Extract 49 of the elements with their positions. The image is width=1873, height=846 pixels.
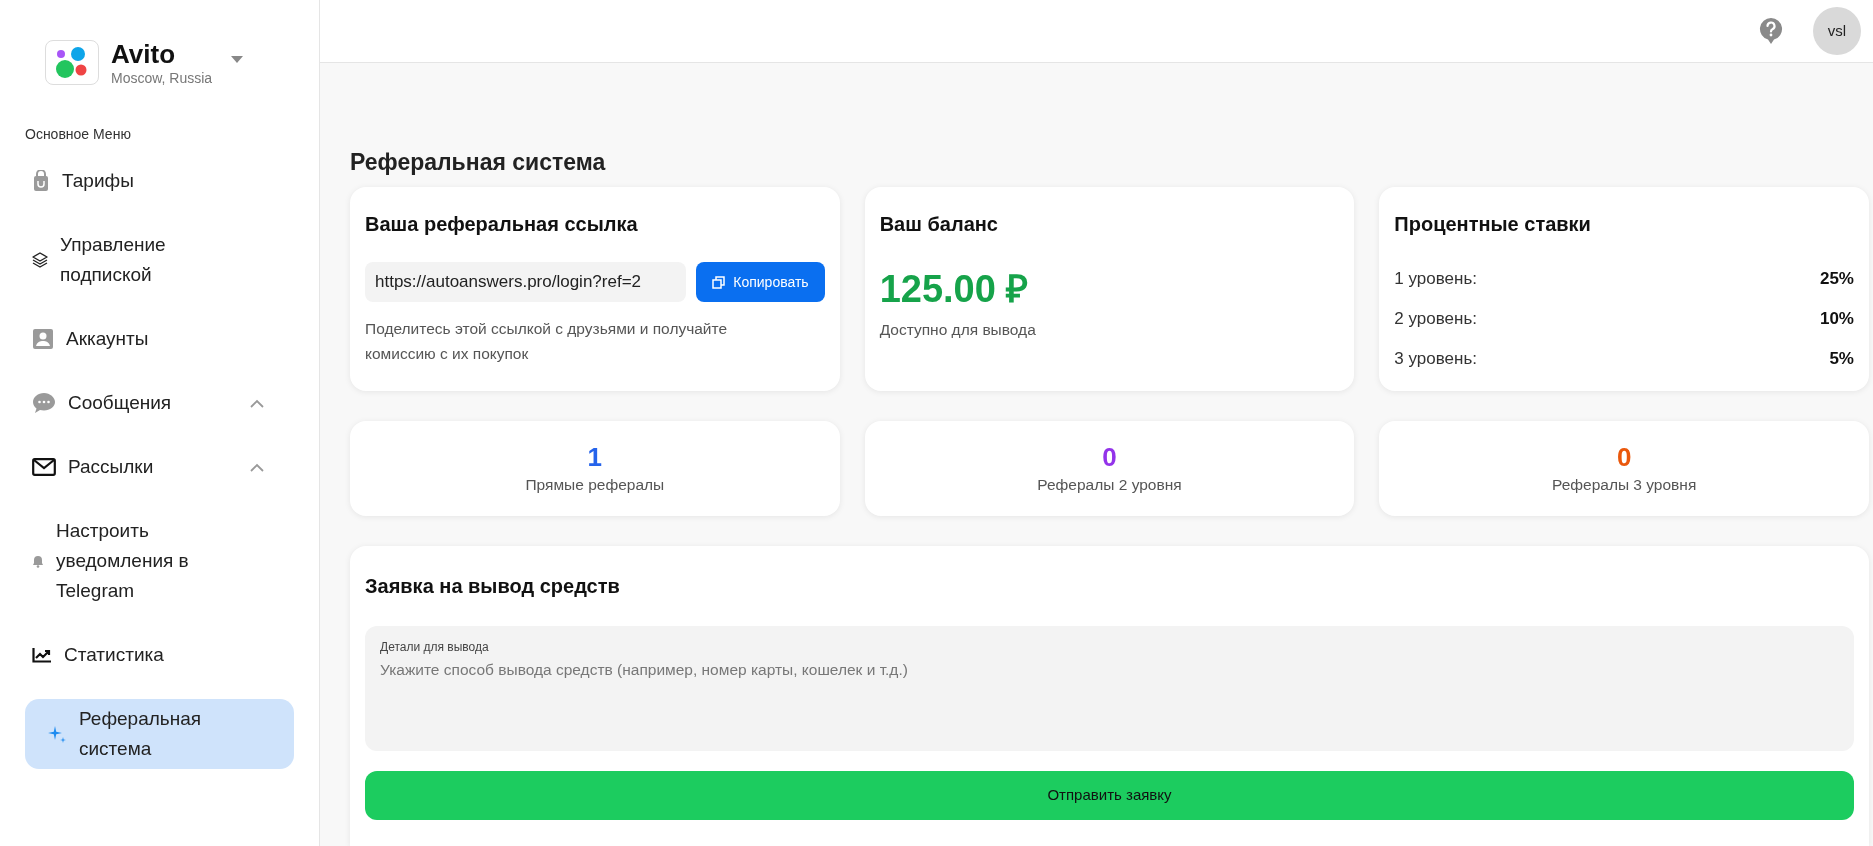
balance-caption: Доступно для вывода	[879, 320, 1037, 340]
sidebar-item[interactable]: Сообщения	[25, 383, 294, 423]
mail-icon	[32, 458, 56, 476]
rate-label: 3 уровень:	[1394, 348, 1477, 370]
stat-value: 1	[587, 440, 603, 473]
bag-icon	[32, 170, 50, 192]
card-title: Заявка на вывод средств	[365, 574, 621, 599]
layers-icon	[32, 252, 48, 268]
stat-value: 0	[1616, 440, 1632, 473]
withdraw-details-field[interactable]: Детали для вывода Укажите способ вывода средств (например, номер карты, кошелек и т.д.)	[365, 626, 1854, 751]
referral-hint: Поделитесь этой ссылкой с друзьями и получайте комиссию с их покупок	[365, 319, 729, 364]
copy-button[interactable]: Копировать	[696, 262, 825, 302]
balance-amount: 125.00 ₽	[879, 267, 1030, 312]
chevron-icon[interactable]	[250, 398, 264, 408]
line-chart-icon	[32, 647, 52, 663]
stat-label: Рефералы 3 уровня	[1552, 474, 1697, 495]
help-icon[interactable]	[1759, 17, 1783, 45]
sidebar-item[interactable]: Реферальная система	[25, 699, 294, 769]
brand-name: Avito	[111, 38, 177, 69]
rate-label: 2 уровень:	[1394, 308, 1477, 330]
user-card-icon	[32, 328, 54, 350]
card-title: Ваша реферальная ссылка	[365, 212, 639, 237]
chat-bubble-icon	[32, 392, 56, 414]
dropdown-caret-icon[interactable]	[230, 55, 245, 64]
rate-label: 1 уровень:	[1394, 268, 1477, 290]
stat-value: 0	[1102, 440, 1117, 473]
sidebar-item[interactable]: Управление подпиской	[25, 225, 294, 295]
menu-heading: Основное Меню	[24, 125, 132, 144]
card-title: Процентные ставки	[1394, 212, 1592, 237]
card-title: Ваш баланс	[879, 212, 999, 237]
stat-label: Прямые рефералы	[525, 474, 665, 495]
rate-value: 5%	[1829, 348, 1854, 370]
submit-button[interactable]: Отправить заявку	[365, 771, 1854, 820]
rate-value: 25%	[1819, 268, 1854, 290]
referral-link-field[interactable]: https://autoanswers.pro/login?ref=2	[365, 262, 687, 302]
page-title: Реферальная система	[350, 148, 607, 177]
bell-icon	[32, 554, 44, 568]
brand-location: Moscow, Russia	[111, 68, 213, 87]
user-avatar[interactable]: vsl	[1813, 7, 1861, 55]
copy-icon	[712, 275, 726, 289]
rate-value: 10%	[1819, 308, 1854, 330]
sidebar-item[interactable]: Рассылки	[25, 447, 294, 487]
sidebar-item[interactable]: Тарифы	[25, 161, 294, 201]
sidebar-item[interactable]: Статистика	[25, 635, 294, 675]
sidebar-item[interactable]: Настроить уведомления в Telegram	[25, 511, 294, 611]
logo-icon	[45, 40, 99, 85]
stat-label: Рефералы 2 уровня	[1037, 474, 1182, 495]
sidebar-item[interactable]: Аккаунты	[25, 319, 294, 359]
chevron-icon[interactable]	[250, 462, 264, 472]
